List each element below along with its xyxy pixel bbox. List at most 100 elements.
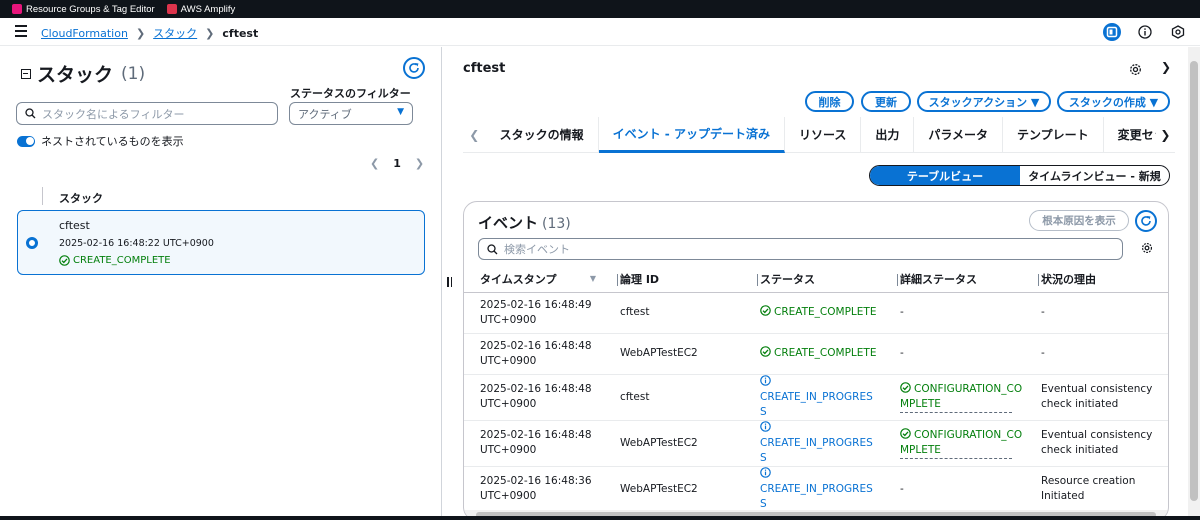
breadcrumb: CloudFormation ❯ スタック ❯ cftest (41, 25, 258, 41)
status-filter-label: ステータスのフィルター (290, 87, 411, 100)
detailed-status[interactable]: CONFIGURATION_CO MPLETE (900, 427, 1022, 459)
column-header-status[interactable]: ステータス (744, 266, 884, 293)
tabs-next-icon[interactable]: ❯ (1156, 128, 1175, 142)
status-reason-cell: Eventual consistency check initiated (1025, 420, 1168, 467)
tab-template[interactable]: テンプレート (1003, 116, 1104, 153)
stack-detail-panel: cftest ❯ 削除 更新 スタックアクション ▼ スタックの作成 ▼ ❮ ス… (443, 47, 1200, 520)
amplify-icon (166, 4, 177, 14)
tab-parameters[interactable]: パラメータ (914, 116, 1004, 153)
pagination: ❮ 1 ❯ (370, 157, 424, 170)
breadcrumb-cloudformation[interactable]: CloudFormation (41, 27, 128, 40)
stack-name[interactable]: cftest (59, 219, 90, 232)
chevron-right-icon: ❯ (205, 26, 215, 40)
status-filter-select[interactable]: アクティブ ▼ (289, 102, 413, 125)
status-cell: CREATE_COMPLETE (744, 292, 884, 334)
breadcrumb-stacks[interactable]: スタック (153, 25, 197, 41)
timestamp-cell: 2025-02-16 16:48:48 UTC+0900 (464, 374, 604, 421)
view-toggle: テーブルビュー タイムラインビュー - 新規 (869, 165, 1170, 186)
detailed-status-cell: - (884, 466, 1025, 513)
split-panel-icon[interactable] (1103, 23, 1121, 41)
stack-status: CREATE_COMPLETE (59, 255, 171, 266)
logical-id-cell: cftest (604, 292, 744, 334)
next-page-icon[interactable]: ❯ (415, 157, 424, 170)
status-cell: CREATE_IN_PROGRES S (744, 374, 884, 421)
page-number[interactable]: 1 (393, 157, 401, 170)
refresh-icon (1141, 216, 1151, 226)
events-count: (13) (542, 216, 571, 232)
tabs-prev-icon[interactable]: ❮ (463, 128, 486, 142)
detailed-status-cell: - (884, 333, 1025, 375)
detailed-status-cell: - (884, 292, 1025, 334)
event-search-input[interactable]: 検索イベント (478, 238, 1123, 260)
tab-stack-info[interactable]: スタックの情報 (486, 116, 599, 153)
service-shortcut-resource-groups[interactable]: Resource Groups & Tag Editor (12, 4, 155, 15)
prev-page-icon[interactable]: ❮ (370, 157, 379, 170)
stack-actions-button[interactable]: スタックアクション ▼ (917, 91, 1051, 112)
update-button[interactable]: 更新 (861, 91, 911, 112)
logical-id-cell: WebAPTestEC2 (604, 333, 744, 375)
table-view-button[interactable]: テーブルビュー (870, 166, 1020, 185)
feedback-icon[interactable] (1169, 23, 1187, 41)
detailed-status[interactable]: CONFIGURATION_CO MPLETE (900, 381, 1022, 413)
vertical-scrollbar[interactable] (1188, 47, 1200, 517)
tab-outputs[interactable]: 出力 (861, 116, 915, 153)
refresh-icon (409, 63, 419, 73)
events-refresh-button[interactable] (1135, 210, 1157, 232)
bottom-edge (0, 516, 1200, 520)
refresh-button[interactable] (403, 57, 425, 79)
create-stack-button[interactable]: スタックの作成 ▼ (1057, 91, 1170, 112)
stack-title: cftest (463, 61, 506, 76)
sort-descending-icon[interactable]: ▼ (590, 274, 596, 283)
detailed-status: - (900, 306, 904, 318)
table-row: 2025-02-16 16:48:48 UTC+0900 cftest CREATE_… (464, 374, 1168, 421)
delete-button[interactable]: 削除 (805, 91, 854, 112)
stack-column-header: スタック (59, 192, 103, 205)
root-cause-button: 根本原因を表示 (1029, 210, 1129, 231)
radio-selected[interactable] (26, 237, 38, 249)
service-label: Resource Groups & Tag Editor (26, 3, 155, 15)
success-icon (900, 381, 911, 393)
event-search-placeholder: 検索イベント (504, 243, 570, 256)
detailed-status: - (900, 482, 904, 495)
table-row: 2025-02-16 16:48:48 UTC+0900 WebAPTestEC2 C… (464, 333, 1168, 375)
tab-change-sets[interactable]: 変更セット (1104, 117, 1156, 153)
timeline-view-button[interactable]: タイムラインビュー - 新規 (1020, 166, 1169, 185)
status-cell: CREATE_IN_PROGRES S (744, 420, 884, 467)
menu-icon[interactable] (15, 25, 27, 37)
column-header-timestamp[interactable]: タイムスタンプ ▼ (464, 266, 604, 293)
service-label: AWS Amplify (180, 3, 236, 15)
detailed-status-cell: CONFIGURATION_CO MPLETE (884, 374, 1025, 421)
status-filter-value: アクティブ (298, 107, 352, 121)
stack-count: (1) (121, 63, 146, 84)
column-header-status-reason[interactable]: 状況の理由 (1025, 266, 1168, 293)
column-header-logical-id[interactable]: 論理 ID (604, 266, 744, 293)
collapse-panel-icon[interactable]: ❯ (1161, 60, 1171, 74)
in-progress-icon (760, 466, 771, 478)
table-row: 2025-02-16 16:48:49 UTC+0900 cftest CREATE_… (464, 292, 1168, 334)
stacks-panel: スタック (1) ステータスのフィルター スタック名によるフィルター アクティブ… (0, 47, 442, 517)
table-row: 2025-02-16 16:48:36 UTC+0900 WebAPTestEC2 C… (464, 466, 1168, 513)
collapse-icon[interactable] (21, 68, 31, 79)
stack-row[interactable]: cftest 2025-02-16 16:48:22 UTC+0900 CREA… (17, 210, 425, 275)
stack-status-text: CREATE_COMPLETE (73, 255, 171, 266)
table-settings-icon[interactable] (1141, 242, 1153, 257)
status-reason-cell: - (1025, 333, 1168, 375)
toggle-switch[interactable] (17, 135, 35, 147)
service-shortcut-amplify[interactable]: AWS Amplify (166, 3, 236, 15)
in-progress-icon (760, 420, 771, 432)
page-title: スタック (37, 64, 114, 86)
timestamp-cell: 2025-02-16 16:48:49 UTC+0900 (464, 292, 604, 334)
stack-search-input[interactable]: スタック名によるフィルター (16, 102, 278, 125)
status-cell: CREATE_COMPLETE (744, 333, 884, 375)
detail-tabs: ❮ スタックの情報 イベント - アップデート済み リソース 出力 パラメータ … (463, 116, 1175, 153)
tab-events[interactable]: イベント - アップデート済み (598, 116, 785, 153)
nested-toggle[interactable]: ネストされているものを表示 (17, 133, 184, 149)
timestamp-cell: 2025-02-16 16:48:48 UTC+0900 (464, 420, 604, 467)
tab-resources[interactable]: リソース (785, 116, 862, 153)
timestamp-cell: 2025-02-16 16:48:48 UTC+0900 (464, 333, 604, 375)
settings-icon[interactable] (1129, 63, 1142, 79)
column-header-detailed-status[interactable]: 詳細ステータス (884, 266, 1025, 293)
info-icon[interactable] (1136, 23, 1154, 41)
caret-down-icon: ▼ (397, 107, 404, 117)
status-cell: CREATE_IN_PROGRES S (744, 466, 884, 513)
